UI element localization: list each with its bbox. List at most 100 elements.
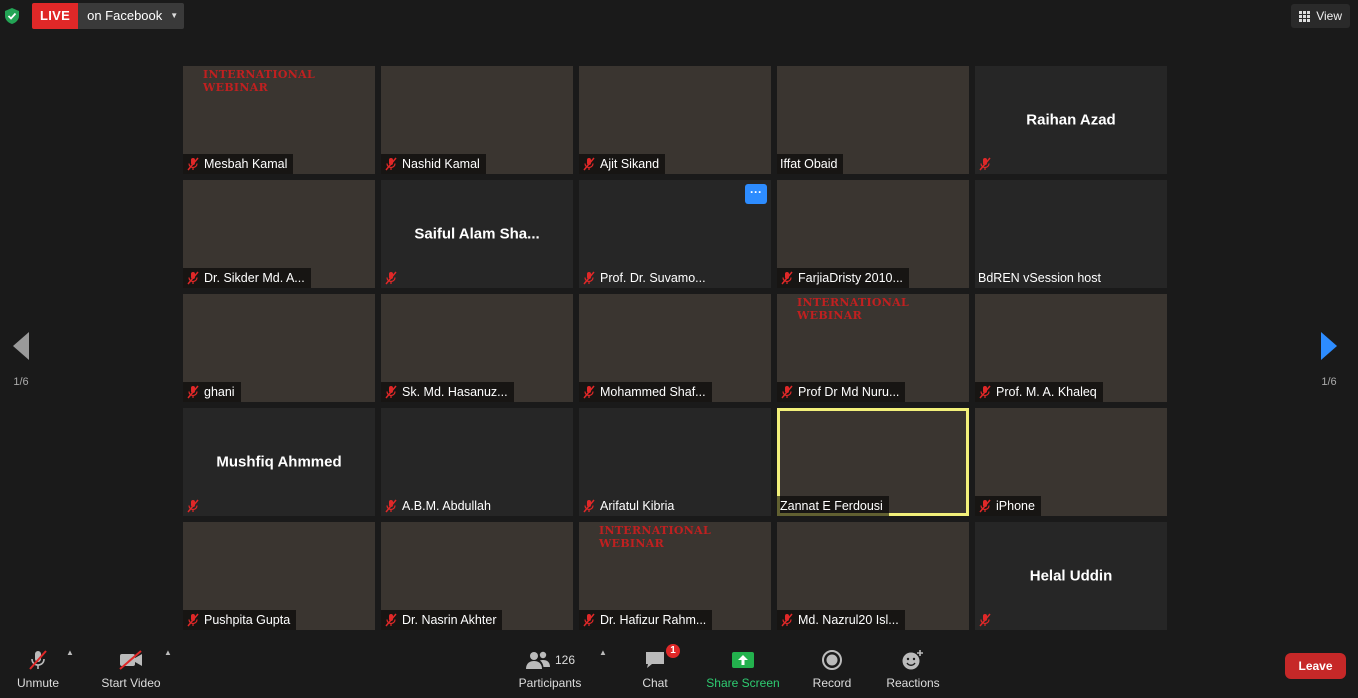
webinar-banner-text: INTERNATIONAL WEBINAR bbox=[203, 68, 316, 94]
unmute-button[interactable]: Unmute bbox=[14, 648, 62, 690]
participant-tile[interactable]: INTERNATIONAL WEBINAR Dr. Hafizur Rahm... bbox=[579, 522, 771, 630]
mic-muted-icon bbox=[780, 271, 794, 285]
record-icon bbox=[810, 648, 854, 672]
participant-tile[interactable]: Dr. Sikder Md. A... bbox=[183, 180, 375, 288]
arrow-left-icon[interactable] bbox=[13, 332, 29, 360]
participant-name: Sk. Md. Hasanuz... bbox=[402, 385, 508, 399]
participant-nameplate: Pushpita Gupta bbox=[183, 610, 297, 630]
participant-tile[interactable]: A.B.M. Abdullah bbox=[381, 408, 573, 516]
start-video-label: Start Video bbox=[101, 676, 161, 690]
reactions-button[interactable]: Reactions bbox=[884, 648, 942, 690]
participant-nameplate: Ajit Sikand bbox=[579, 154, 666, 174]
participants-icon bbox=[525, 651, 550, 669]
participant-tile[interactable]: Nashid Kamal bbox=[381, 66, 573, 174]
live-badge: LIVE bbox=[32, 3, 79, 29]
reactions-icon bbox=[884, 648, 942, 672]
participant-tile[interactable]: Mohammed Shaf... bbox=[579, 294, 771, 402]
participant-name: Nashid Kamal bbox=[402, 157, 480, 171]
mic-muted-icon bbox=[582, 499, 596, 513]
participant-tile[interactable]: Dr. Nasrin Akhter bbox=[381, 522, 573, 630]
participant-tile[interactable]: BdREN vSession host bbox=[975, 180, 1167, 288]
participant-name: Prof. Dr. Suvamo... bbox=[600, 271, 706, 285]
participants-button[interactable]: 126 Participants bbox=[516, 648, 584, 690]
live-stream-indicator[interactable]: LIVE on Facebook ▼ bbox=[32, 3, 185, 29]
participant-name: Prof Dr Md Nuru... bbox=[798, 385, 900, 399]
participant-name: Ajit Sikand bbox=[600, 157, 660, 171]
record-button[interactable]: Record bbox=[810, 648, 854, 690]
participant-tile[interactable]: ghani bbox=[183, 294, 375, 402]
participant-tile[interactable]: Ajit Sikand bbox=[579, 66, 771, 174]
video-options-caret-icon[interactable]: ▲ bbox=[164, 648, 172, 657]
previous-page-nav[interactable]: 1/6 bbox=[6, 332, 36, 388]
mic-muted-icon bbox=[186, 157, 200, 171]
participant-tile[interactable]: iPhone bbox=[975, 408, 1167, 516]
participant-tile[interactable]: ··· Prof. Dr. Suvamo... bbox=[579, 180, 771, 288]
participant-nameplate: Prof. M. A. Khaleq bbox=[975, 382, 1103, 402]
more-options-icon[interactable]: ··· bbox=[745, 184, 767, 204]
participant-name: ghani bbox=[204, 385, 235, 399]
record-label: Record bbox=[812, 676, 852, 690]
participant-tile[interactable]: Saiful Alam Sha... bbox=[381, 180, 573, 288]
participant-tile[interactable]: Arifatul Kibria bbox=[579, 408, 771, 516]
share-screen-icon bbox=[706, 648, 780, 672]
participant-name: Prof. M. A. Khaleq bbox=[996, 385, 1097, 399]
shield-icon[interactable] bbox=[5, 8, 19, 24]
unmute-label: Unmute bbox=[16, 676, 60, 690]
participant-tile[interactable]: Mushfiq Ahmmed bbox=[183, 408, 375, 516]
chat-icon-wrap: 1 bbox=[636, 644, 680, 672]
mic-muted-icon bbox=[780, 385, 794, 399]
participant-name: Mohammed Shaf... bbox=[600, 385, 706, 399]
page-indicator-left: 1/6 bbox=[13, 376, 29, 388]
chat-unread-badge: 1 bbox=[666, 644, 680, 658]
participant-tile[interactable]: Zannat E Ferdousi bbox=[777, 408, 969, 516]
participant-name: Pushpita Gupta bbox=[204, 613, 291, 627]
participant-nameplate: Arifatul Kibria bbox=[579, 496, 680, 516]
mic-muted-icon bbox=[186, 385, 200, 399]
participant-tile[interactable]: INTERNATIONAL WEBINAR Prof Dr Md Nuru... bbox=[777, 294, 969, 402]
chat-label: Chat bbox=[642, 676, 668, 690]
participant-name: BdREN vSession host bbox=[978, 271, 1101, 285]
mic-muted-icon bbox=[978, 157, 992, 171]
start-video-button[interactable]: Start Video bbox=[98, 648, 164, 690]
participant-name: Arifatul Kibria bbox=[600, 499, 675, 513]
mic-muted-icon bbox=[978, 499, 992, 513]
share-screen-button[interactable]: Share Screen bbox=[706, 648, 780, 690]
next-page-nav[interactable]: 1/6 bbox=[1314, 332, 1344, 388]
view-button[interactable]: View bbox=[1291, 4, 1350, 28]
participant-name: Mesbah Kamal bbox=[204, 157, 288, 171]
participant-nameplate: A.B.M. Abdullah bbox=[381, 496, 497, 516]
participant-tile[interactable]: Raihan Azad bbox=[975, 66, 1167, 174]
gallery-view: INTERNATIONAL WEBINAR Mesbah Kamal Nashid … bbox=[183, 66, 1167, 630]
chat-button[interactable]: 1 Chat bbox=[636, 644, 680, 690]
participant-nameplate: Md. Nazrul20 Isl... bbox=[777, 610, 905, 630]
participant-nameplate: Zannat E Ferdousi bbox=[777, 496, 889, 516]
participant-tile[interactable]: Iffat Obaid bbox=[777, 66, 969, 174]
participant-nameplate: Dr. Nasrin Akhter bbox=[381, 610, 503, 630]
participant-tile[interactable]: Md. Nazrul20 Isl... bbox=[777, 522, 969, 630]
live-destination-dropdown[interactable]: on Facebook ▼ bbox=[78, 3, 185, 29]
participant-tile[interactable]: Prof. M. A. Khaleq bbox=[975, 294, 1167, 402]
participant-nameplate: Mesbah Kamal bbox=[183, 154, 294, 174]
participant-tile[interactable]: FarjiaDristy 2010... bbox=[777, 180, 969, 288]
participants-options-caret-icon[interactable]: ▲ bbox=[599, 648, 607, 657]
participant-display-name: Helal Uddin bbox=[1029, 567, 1113, 585]
mic-muted-icon bbox=[582, 613, 596, 627]
participant-nameplate bbox=[183, 496, 206, 516]
participant-tile[interactable]: INTERNATIONAL WEBINAR Mesbah Kamal bbox=[183, 66, 375, 174]
arrow-right-icon[interactable] bbox=[1321, 332, 1337, 360]
mic-muted-icon bbox=[384, 499, 398, 513]
participant-tile[interactable]: Sk. Md. Hasanuz... bbox=[381, 294, 573, 402]
participant-name: Dr. Sikder Md. A... bbox=[204, 271, 305, 285]
audio-options-caret-icon[interactable]: ▲ bbox=[66, 648, 74, 657]
mic-muted-icon bbox=[186, 499, 200, 513]
participant-nameplate: Sk. Md. Hasanuz... bbox=[381, 382, 514, 402]
participant-tile[interactable]: Pushpita Gupta bbox=[183, 522, 375, 630]
zoom-meeting-window: LIVE on Facebook ▼ View 1/6 1/6 INTERNAT… bbox=[0, 0, 1358, 698]
participant-tile[interactable]: Helal Uddin bbox=[975, 522, 1167, 630]
caret-down-icon: ▼ bbox=[170, 11, 179, 20]
participant-nameplate: iPhone bbox=[975, 496, 1041, 516]
participant-name: Zannat E Ferdousi bbox=[780, 499, 883, 513]
participant-nameplate bbox=[381, 268, 404, 288]
leave-button[interactable]: Leave bbox=[1285, 653, 1346, 679]
participants-label: Participants bbox=[518, 676, 582, 690]
